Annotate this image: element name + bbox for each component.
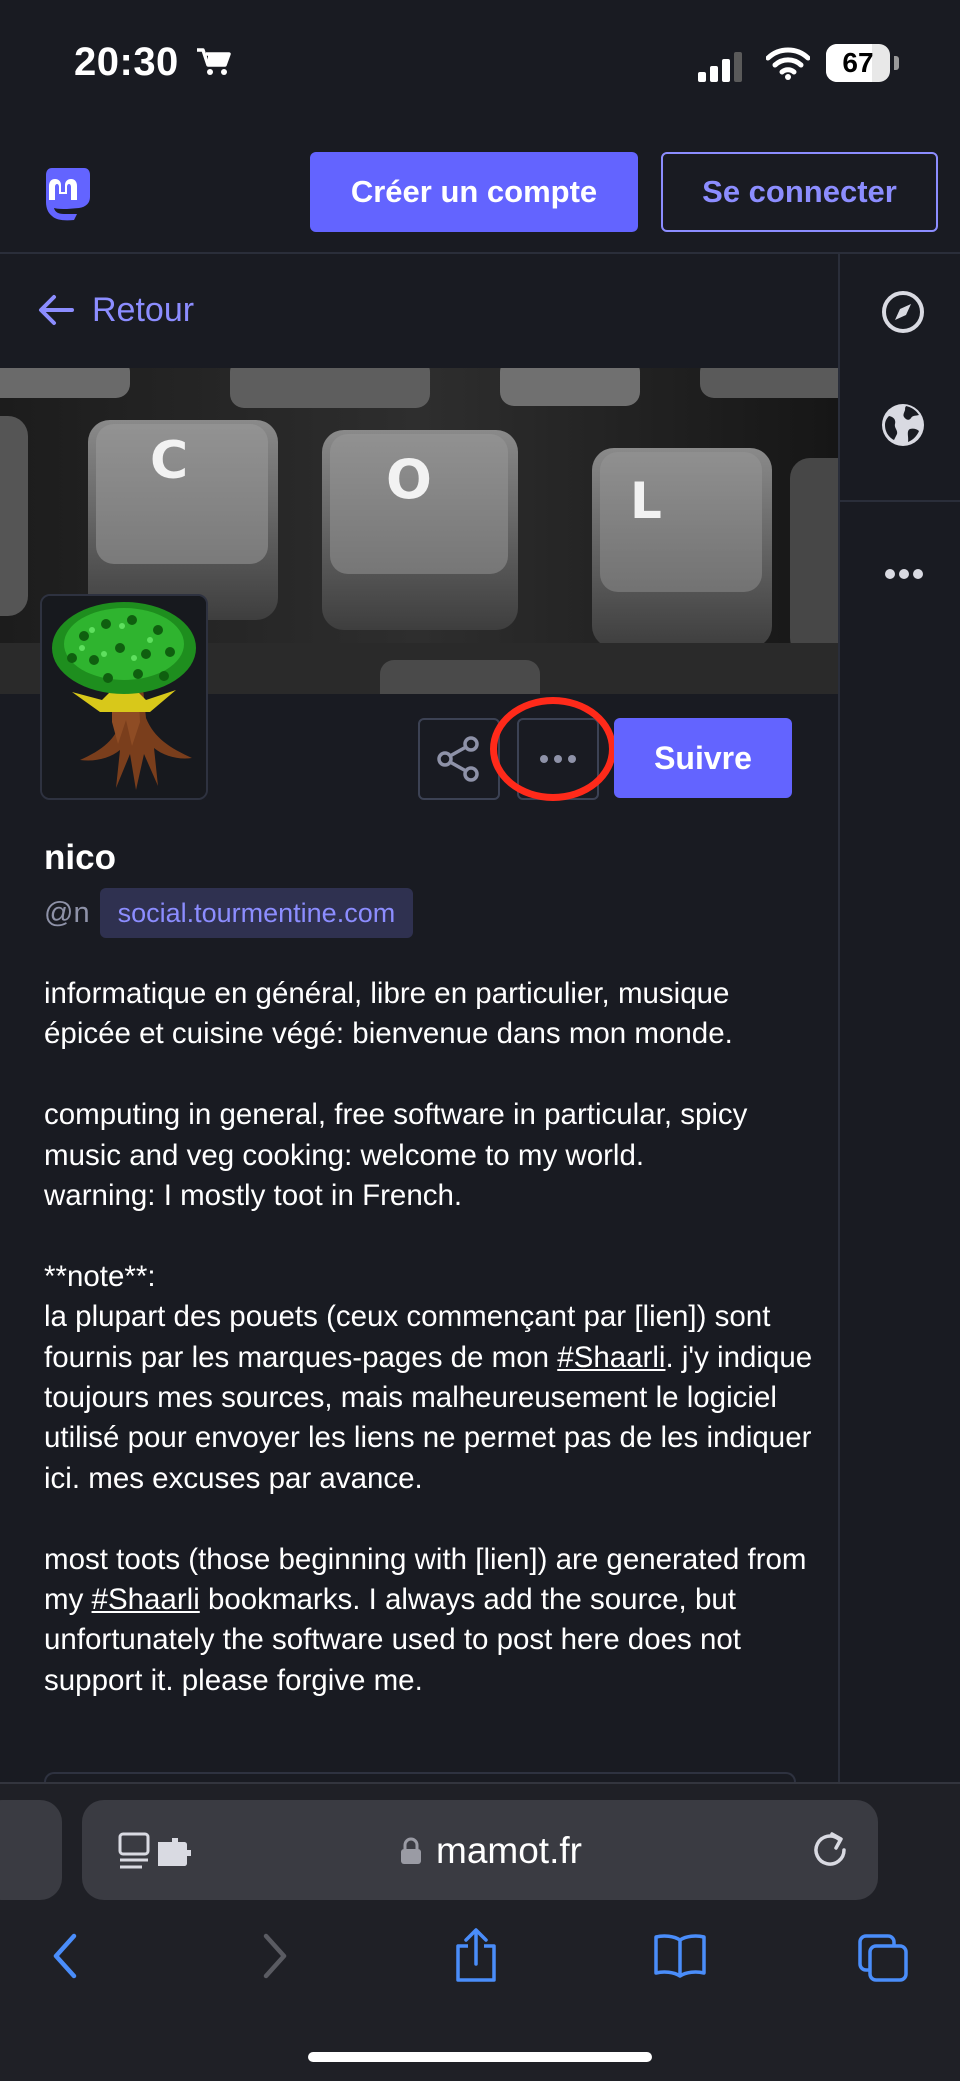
lock-icon [401,1837,421,1864]
login-button[interactable]: Se connecter [661,152,938,232]
profile-bio: informatique en général, libre en partic… [44,974,824,1742]
toolbar-divider [0,1782,960,1784]
wifi-icon [766,47,810,80]
handle-prefix: @n [44,896,90,929]
display-name: nico [44,838,116,877]
globe-icon[interactable] [880,402,926,448]
profile-avatar[interactable] [40,594,208,800]
status-time: 20:30 [74,40,179,84]
share-icon [437,736,479,782]
banner-key-c: C [150,431,188,491]
browser-forward-icon[interactable] [256,1932,292,1980]
back-link[interactable]: Retour [38,288,194,332]
side-separator [840,500,960,502]
back-label: Retour [92,290,195,329]
banner-key-o: O [386,448,432,511]
bio-line: **note**: [44,1259,156,1293]
account-handle: @n social.tourmentine.com [44,888,414,938]
bio-line: computing in general, free software in p… [44,1098,748,1172]
share-button[interactable] [418,718,500,800]
create-account-button[interactable]: Créer un compte [310,152,638,232]
banner-key-l: L [630,472,662,530]
more-menu-icon[interactable] [884,568,924,580]
side-column-border [838,254,840,1784]
battery-level: 67 [842,47,874,78]
bookmarks-icon[interactable] [652,1932,708,1978]
arrow-left-icon [39,295,74,325]
previous-tab-bar[interactable] [0,1800,62,1900]
reader-extension-icon[interactable] [118,1832,202,1872]
highlight-circle [490,697,616,801]
bio-paragraph: computing in general, free software in p… [44,1095,824,1216]
hashtag-link[interactable]: #Shaarli [92,1583,200,1616]
hashtag-link[interactable]: #Shaarli [557,1341,665,1374]
browser-back-icon[interactable] [48,1932,84,1980]
handle-domain[interactable]: social.tourmentine.com [99,888,414,938]
bio-paragraph: **note**: la plupart des pouets (ceux co… [44,1257,824,1499]
url-display[interactable]: mamot.fr [400,1826,582,1876]
bio-line: warning: I mostly toot in French. [44,1179,463,1213]
tabs-icon[interactable] [856,1932,910,1984]
signal-icon [698,52,742,82]
bio-paragraph: most toots (those beginning with [lien])… [44,1540,824,1702]
reload-icon[interactable] [808,1828,852,1872]
mastodon-logo[interactable] [34,164,92,222]
header-divider [0,252,960,254]
compass-icon[interactable] [880,289,926,335]
home-indicator [308,2052,652,2062]
follow-button[interactable]: Suivre [614,718,792,798]
browser-share-icon[interactable] [452,1928,500,1984]
cart-icon [197,48,231,75]
bio-paragraph: informatique en général, libre en partic… [44,977,733,1051]
url-text: mamot.fr [436,1830,582,1871]
